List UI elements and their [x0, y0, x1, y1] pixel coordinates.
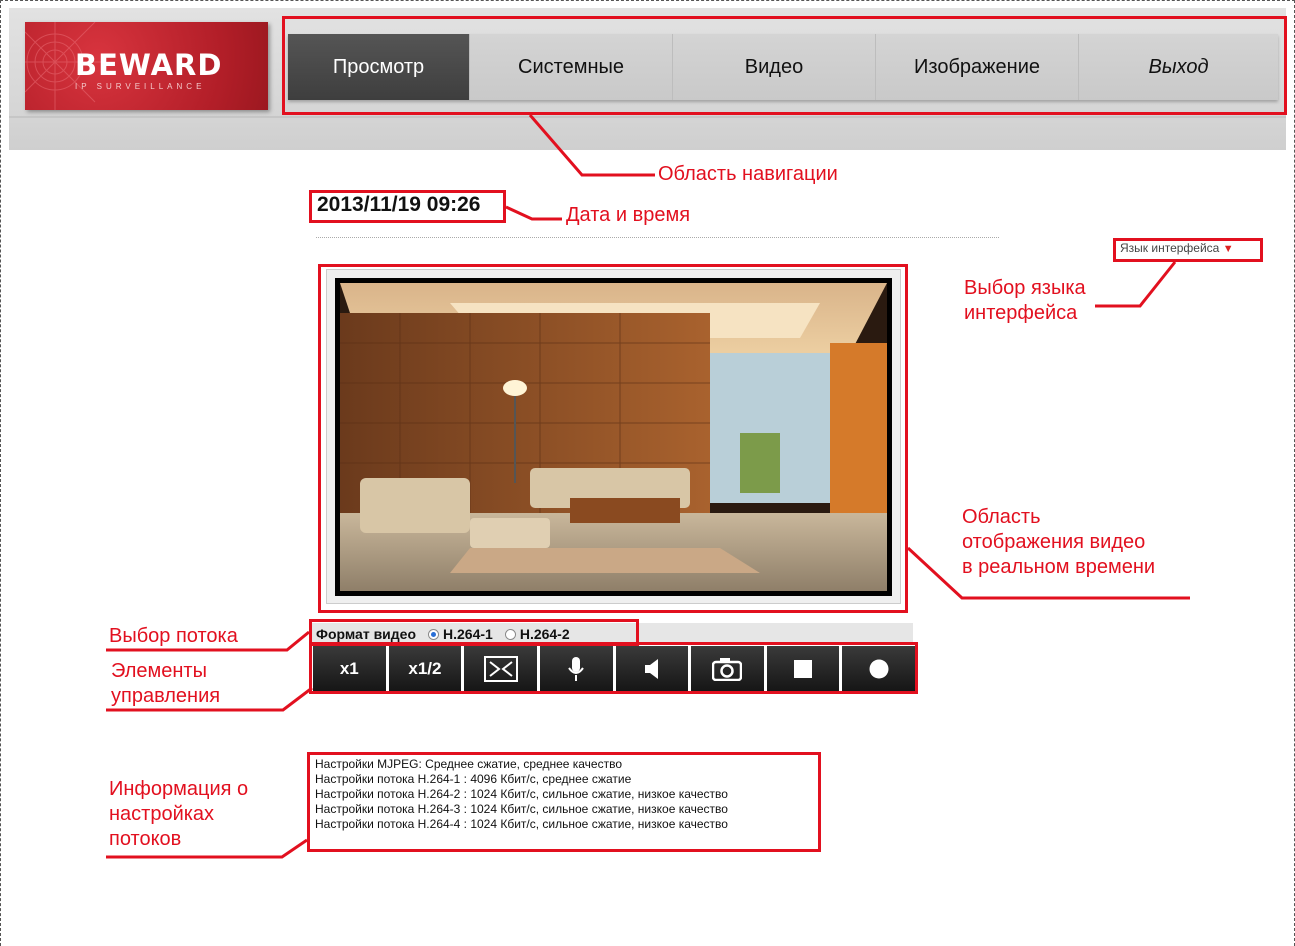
annotation-nav-area: Область навигации	[658, 163, 838, 185]
nav-bar: Просмотр Системные Видео Изображение Вых…	[288, 34, 1278, 100]
stream-format-bar: Формат видео H.264-1 H.264-2	[312, 623, 913, 645]
speaker-button[interactable]	[615, 646, 689, 692]
record-icon	[869, 659, 889, 679]
stream-info-line: Настройки потока H.264-3 : 1024 Кбит/с, …	[315, 802, 728, 816]
stream-option-label: H.264-1	[443, 626, 493, 642]
stream-info-list: Настройки MJPEG: Среднее сжатие, среднее…	[315, 757, 728, 832]
stream-info-line: Настройки MJPEG: Среднее сжатие, среднее…	[315, 757, 623, 771]
stream-option-label: H.264-2	[519, 626, 570, 642]
live-video-view[interactable]	[335, 278, 892, 596]
record-button[interactable]	[842, 646, 915, 692]
room-scene-image	[340, 283, 887, 591]
stream-radio-h264-2[interactable]	[504, 628, 516, 640]
logo-tagline: IP SURVEILLANCE	[75, 82, 206, 91]
annotation-controls-line: Элементы	[111, 660, 207, 682]
annotation-language-line: Выбор языка	[964, 277, 1086, 299]
stop-button[interactable]	[766, 646, 840, 692]
zoom-half-button[interactable]: x1/2	[388, 646, 462, 692]
annotation-video-line: Область	[962, 506, 1041, 528]
annotation-language: Выбор языка интерфейса	[964, 276, 1086, 326]
nav-tab-view[interactable]: Просмотр	[288, 34, 470, 100]
header-divider	[9, 116, 1286, 118]
stream-info-line: Настройки потока H.264-1 : 4096 Кбит/с, …	[315, 772, 632, 786]
nav-tab-video[interactable]: Видео	[673, 34, 876, 100]
stream-radio-h264-1[interactable]	[428, 628, 440, 640]
annotation-controls-line: управления	[111, 685, 221, 707]
annotation-stream-info: Информация о настройках потоков	[109, 777, 248, 852]
annotation-language-line: интерфейса	[964, 302, 1078, 324]
stream-info-line: Настройки потока H.264-2 : 1024 Кбит/с, …	[315, 787, 728, 801]
control-bar: x1 x1/2	[313, 646, 915, 692]
stop-icon	[794, 660, 813, 678]
dotted-divider	[316, 237, 999, 238]
nav-tab-logout[interactable]: Выход	[1079, 34, 1278, 100]
stream-format-label: Формат видео	[316, 626, 417, 642]
speaker-icon	[644, 659, 658, 679]
microphone-button[interactable]	[539, 646, 613, 692]
annotation-info-line: потоков	[109, 828, 182, 850]
datetime-display: 2013/11/19 09:26	[317, 193, 481, 216]
annotation-info-line: настройках	[109, 803, 215, 825]
camera-snapshot-icon	[712, 658, 743, 681]
annotation-video-line: в реальном времени	[962, 556, 1156, 578]
fit-screen-icon	[483, 656, 518, 682]
dropdown-arrow-icon: ▼	[1222, 243, 1234, 255]
logo-brand-text: BEWARD	[75, 48, 223, 82]
annotation-video-line: отображения видео	[962, 531, 1146, 553]
annotation-controls: Элементы управления	[111, 659, 220, 709]
language-selector[interactable]: Язык интерфейса ▼	[1120, 241, 1234, 255]
annotation-video: Область отображения видео в реальном вре…	[962, 505, 1155, 580]
microphone-icon	[568, 657, 585, 681]
snapshot-button[interactable]	[691, 646, 764, 692]
nav-tab-system[interactable]: Системные	[470, 34, 673, 100]
nav-tab-image[interactable]: Изображение	[876, 34, 1079, 100]
annotation-datetime: Дата и время	[566, 204, 691, 226]
stream-info-line: Настройки потока H.264-4 : 1024 Кбит/с, …	[315, 817, 728, 831]
annotation-info-line: Информация о	[109, 778, 249, 800]
annotation-stream-select: Выбор потока	[109, 625, 238, 647]
brand-logo[interactable]: BEWARD IP SURVEILLANCE	[25, 22, 268, 110]
language-selector-label: Язык интерфейса	[1120, 241, 1220, 255]
zoom-x1-button[interactable]: x1	[313, 646, 386, 692]
fit-screen-button[interactable]	[464, 646, 537, 692]
